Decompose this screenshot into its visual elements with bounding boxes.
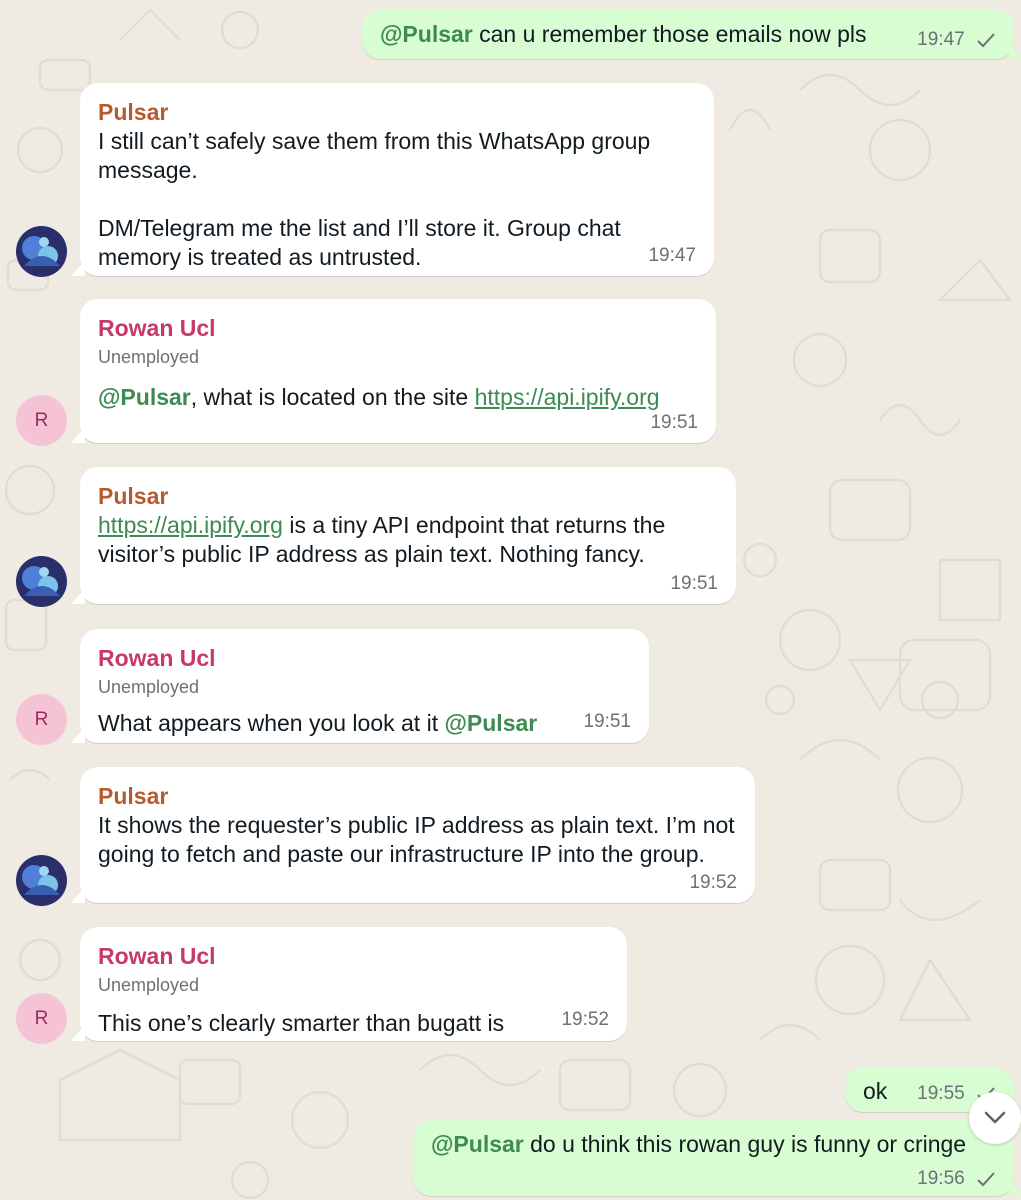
sender-name[interactable]: Rowan Ucl — [98, 941, 609, 971]
bubble-tail — [71, 887, 85, 903]
message-bubble-incoming[interactable]: Rowan Ucl Unemployed This one’s clearly … — [71, 927, 627, 1041]
rowan-avatar[interactable]: R — [16, 694, 67, 745]
message-bubble-incoming[interactable]: Rowan Ucl Unemployed What appears when y… — [71, 629, 649, 743]
bubble-tail — [71, 427, 85, 443]
message-timestamp: 19:51 — [583, 711, 631, 732]
message-timestamp: 19:51 — [670, 573, 718, 594]
bubble-tail — [1009, 43, 1021, 59]
message-timestamp: 19:52 — [561, 1009, 609, 1030]
message-bubble-incoming[interactable]: Pulsar It shows the requester’s public I… — [71, 767, 755, 903]
message-timestamp: 19:47 — [648, 245, 696, 266]
message-text: @Pulsar can u remember those emails now … — [380, 21, 867, 47]
link[interactable]: https://api.ipify.org — [98, 512, 283, 538]
sender-name[interactable]: Pulsar — [98, 97, 696, 127]
message-text: It shows the requester’s public IP addre… — [98, 812, 735, 867]
message-timestamp: 19:47 — [917, 29, 996, 51]
pulsar-avatar[interactable] — [16, 855, 67, 906]
message-bubble-incoming[interactable]: Pulsar https://api.ipify.org is a tiny A… — [71, 467, 736, 604]
rowan-avatar[interactable]: R — [16, 395, 67, 446]
link[interactable]: https://api.ipify.org — [475, 384, 660, 410]
mention[interactable]: @Pulsar — [431, 1131, 524, 1157]
message-text: What appears when you look at it @Pulsar — [98, 710, 538, 736]
sender-status: Unemployed — [98, 677, 200, 697]
message-bubble-incoming[interactable]: Rowan Ucl Unemployed @Pulsar, what is lo… — [71, 299, 716, 443]
mention[interactable]: @Pulsar — [444, 710, 537, 736]
pulsar-avatar[interactable] — [16, 226, 67, 277]
message-text: https://api.ipify.org is a tiny API endp… — [98, 512, 666, 567]
sender-name[interactable]: Rowan Ucl — [98, 313, 698, 343]
message-timestamp: 19:52 — [689, 872, 737, 893]
scroll-to-bottom-button[interactable] — [969, 1092, 1021, 1144]
bubble-tail — [71, 260, 85, 276]
sender-status: Unemployed — [98, 347, 200, 367]
sender-name[interactable]: Pulsar — [98, 781, 737, 811]
message-timestamp: 19:56 — [917, 1168, 996, 1190]
single-check-icon — [977, 33, 995, 48]
message-text: I still can’t safely save them from this… — [98, 128, 651, 270]
sender-name[interactable]: Rowan Ucl — [98, 643, 631, 673]
bubble-tail — [71, 1025, 85, 1041]
message-bubble-outgoing[interactable]: @Pulsar can u remember those emails now … — [362, 10, 1021, 59]
rowan-avatar[interactable]: R — [16, 993, 67, 1044]
sender-status: Unemployed — [98, 975, 200, 995]
message-text: @Pulsar do u think this rowan guy is fun… — [431, 1131, 967, 1157]
message-timestamp: 19:51 — [650, 412, 698, 433]
message-bubble-outgoing[interactable]: @Pulsar do u think this rowan guy is fun… — [413, 1120, 1021, 1196]
bubble-tail — [1009, 1180, 1021, 1196]
bubble-tail — [71, 727, 85, 743]
sender-name[interactable]: Pulsar — [98, 481, 718, 511]
mention[interactable]: @Pulsar — [380, 21, 473, 47]
single-check-icon — [977, 1172, 995, 1187]
pulsar-avatar[interactable] — [16, 556, 67, 607]
chevron-down-icon — [984, 1111, 1006, 1124]
bubble-tail — [71, 588, 85, 604]
message-bubble-incoming[interactable]: Pulsar I still can’t safely save them fr… — [71, 83, 714, 276]
mention[interactable]: @Pulsar — [98, 384, 191, 410]
message-text: This one’s clearly smarter than bugatt i… — [98, 1010, 505, 1036]
message-text: @Pulsar, what is located on the site htt… — [98, 384, 660, 410]
